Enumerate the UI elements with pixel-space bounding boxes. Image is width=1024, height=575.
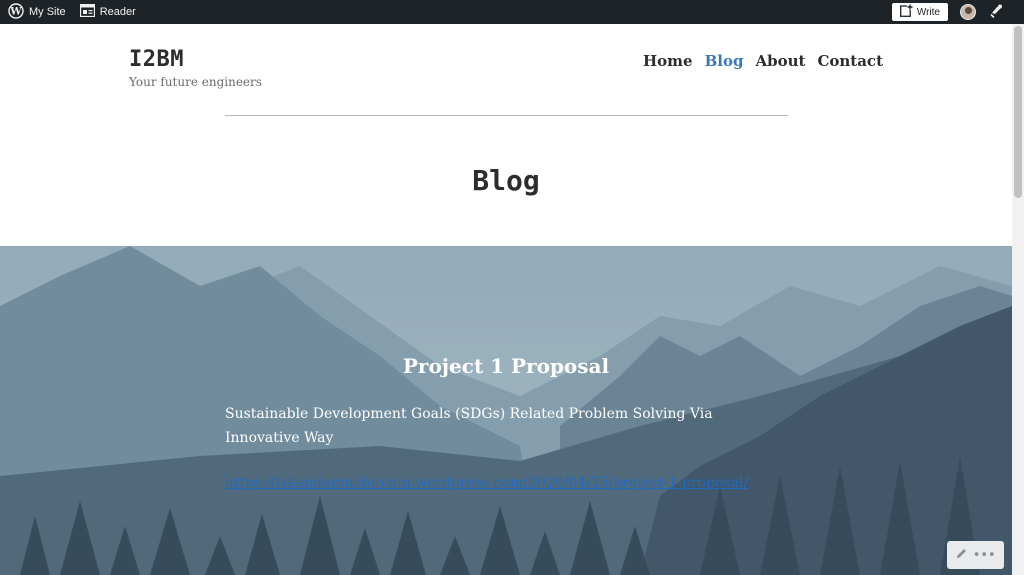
new-post-icon xyxy=(899,4,913,20)
svg-text:W: W xyxy=(9,6,22,17)
admin-bar-left: W My Site Reader xyxy=(8,0,136,24)
nav-item-home[interactable]: Home xyxy=(643,52,693,70)
main-navigation: Home Blog About Contact xyxy=(643,52,883,70)
post-title[interactable]: Project 1 Proposal xyxy=(0,354,1012,378)
nav-item-blog[interactable]: Blog xyxy=(705,52,744,70)
page-title: Blog xyxy=(472,164,540,197)
nav-item-about[interactable]: About xyxy=(755,52,805,70)
page-scrollbar[interactable] xyxy=(1012,24,1024,575)
user-avatar[interactable] xyxy=(960,4,976,20)
site-title[interactable]: I2BM xyxy=(129,47,184,72)
pencil-icon[interactable] xyxy=(955,547,968,564)
notifications-bell-icon[interactable] xyxy=(988,3,1004,22)
ellipsis-icon[interactable]: ••• xyxy=(973,548,996,563)
wp-admin-bar: W My Site Reader Write xyxy=(0,0,1024,24)
post-excerpt: Sustainable Development Goals (SDGs) Rel… xyxy=(225,406,713,446)
reader-label: Reader xyxy=(99,6,136,18)
quick-edit-widget: ••• xyxy=(947,541,1004,569)
reader-icon xyxy=(79,3,95,20)
scrollbar-thumb[interactable] xyxy=(1014,26,1022,198)
admin-bar-right: Write xyxy=(891,0,1004,24)
wordpress-logo-icon: W xyxy=(8,2,24,22)
write-button[interactable]: Write xyxy=(891,3,948,21)
my-site-label: My Site xyxy=(29,6,66,18)
header-divider xyxy=(225,115,788,116)
post-link[interactable]: https://iskandarzuldotcom.wordpress.com/… xyxy=(225,475,748,491)
my-site-button[interactable]: W My Site xyxy=(8,2,66,22)
write-label: Write xyxy=(916,6,940,18)
site-tagline: Your future engineers xyxy=(129,75,262,89)
nav-item-contact[interactable]: Contact xyxy=(817,52,883,70)
reader-button[interactable]: Reader xyxy=(79,3,136,20)
